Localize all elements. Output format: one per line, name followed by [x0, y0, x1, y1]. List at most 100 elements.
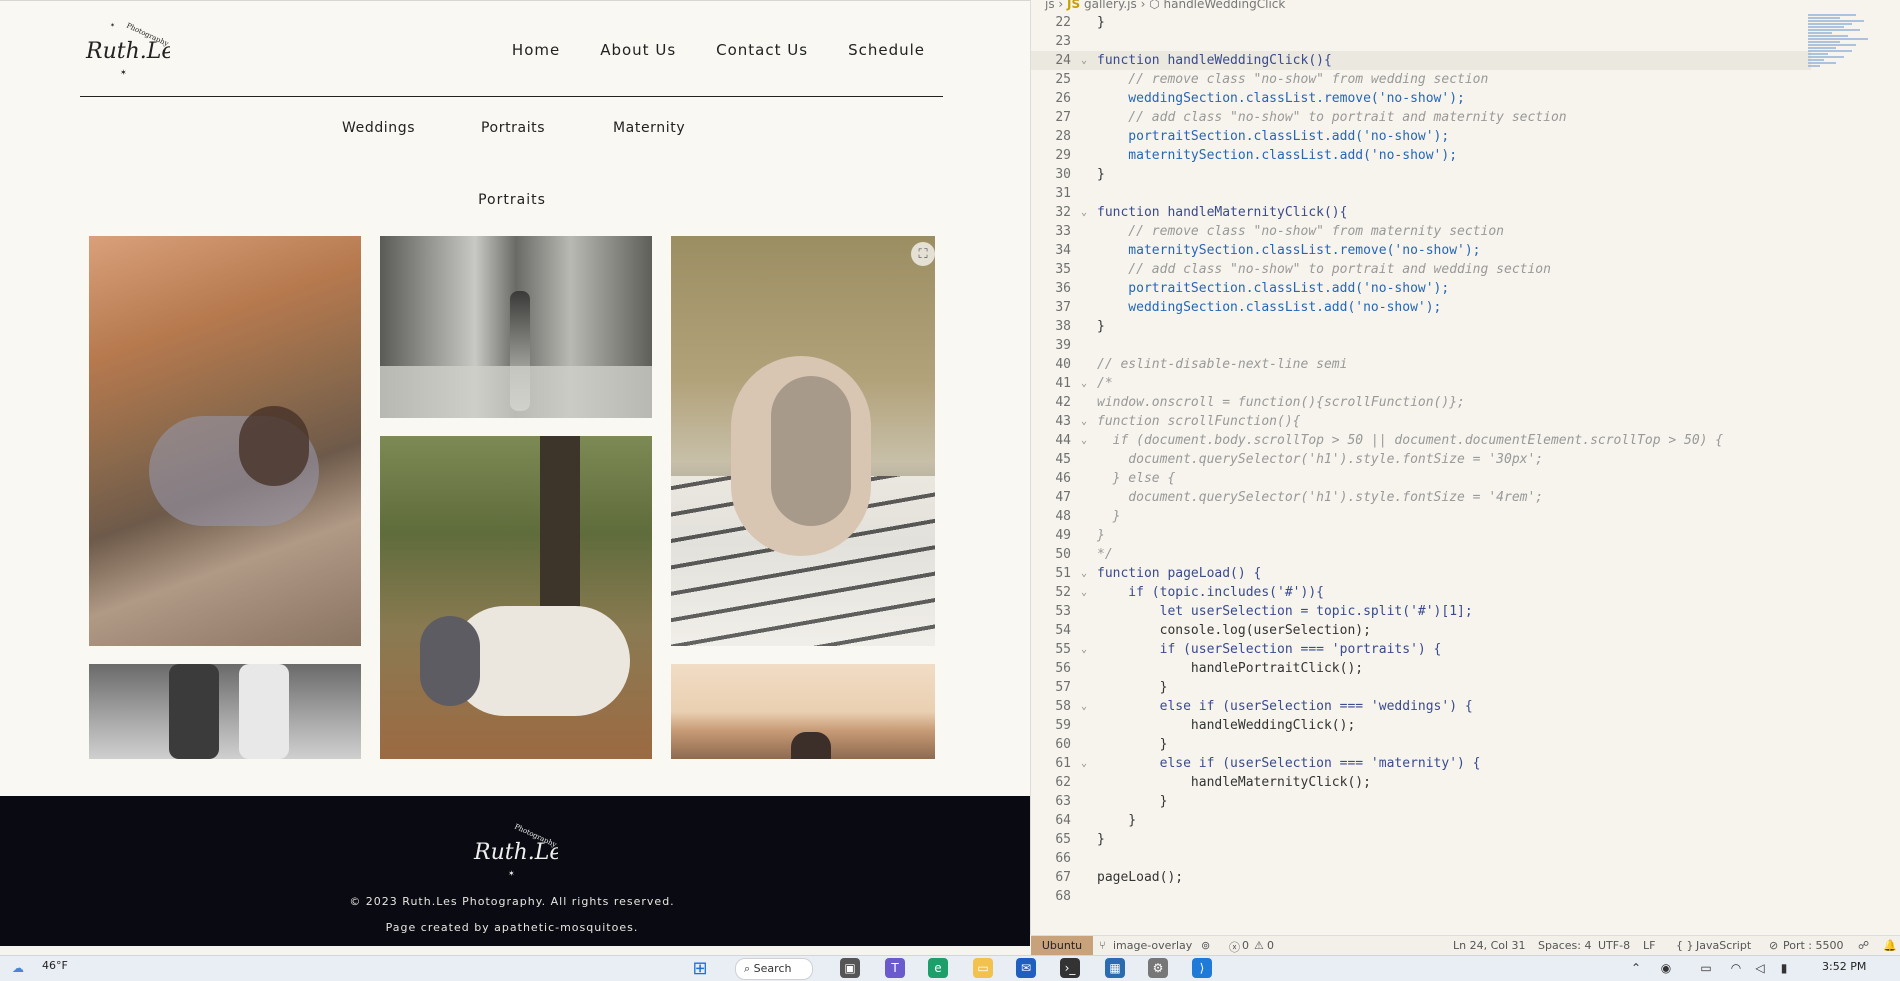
tab-weddings[interactable]: Weddings — [342, 120, 415, 136]
code-line[interactable]: 41 ⌄ /* — [1031, 374, 1811, 393]
weather-temp[interactable]: 46°F — [42, 959, 68, 972]
tab-maternity[interactable]: Maternity — [613, 120, 685, 136]
gallery-photo[interactable] — [380, 436, 652, 759]
code-line[interactable]: 67 pageLoad(); — [1031, 868, 1811, 887]
edge-icon[interactable]: e — [928, 958, 948, 978]
terminal-icon[interactable]: ›_ — [1060, 958, 1080, 978]
fold-chevron-icon[interactable]: ⌄ — [1081, 754, 1087, 773]
code-line[interactable]: 63 } — [1031, 792, 1811, 811]
code-line[interactable]: 47 document.querySelector('h1').style.fo… — [1031, 488, 1811, 507]
code-line[interactable]: 49} — [1031, 526, 1811, 545]
teams-icon[interactable]: T — [885, 958, 905, 978]
code-line[interactable]: 64 } — [1031, 811, 1811, 830]
fold-chevron-icon[interactable]: ⌄ — [1081, 640, 1087, 659]
indentation[interactable]: Spaces: 4 — [1538, 939, 1591, 952]
code-line[interactable]: 45 document.querySelector('h1').style.fo… — [1031, 450, 1811, 469]
sync-icon[interactable]: ⊚ — [1201, 939, 1210, 952]
code-line[interactable]: 54 console.log(userSelection); — [1031, 621, 1811, 640]
code-line[interactable]: 31 — [1031, 184, 1811, 203]
code-line[interactable]: 61 ⌄ else if (userSelection === 'maternit… — [1031, 754, 1811, 773]
code-line[interactable]: 58 ⌄ else if (userSelection === 'weddings… — [1031, 697, 1811, 716]
gallery-photo[interactable] — [671, 664, 935, 759]
code-line[interactable]: 65} — [1031, 830, 1811, 849]
code-line[interactable]: 24 ⌄ function handleWeddingClick(){ — [1031, 51, 1811, 70]
warnings-count[interactable]: 0 — [1267, 939, 1274, 952]
code-line[interactable]: 40 // eslint-disable-next-line semi — [1031, 355, 1811, 374]
code-line[interactable]: 22} — [1031, 13, 1811, 32]
fold-chevron-icon[interactable]: ⌄ — [1081, 583, 1087, 602]
task-view-icon[interactable]: ▣ — [840, 958, 860, 978]
app-tray-icon[interactable]: ◉ — [1656, 958, 1676, 978]
breadcrumb-symbol[interactable]: handleWeddingClick — [1164, 0, 1286, 11]
cursor-position[interactable]: Ln 24, Col 31 — [1453, 939, 1526, 952]
code-line[interactable]: 38} — [1031, 317, 1811, 336]
expand-icon[interactable]: ⛶ — [911, 242, 935, 266]
gallery-photo[interactable] — [89, 236, 361, 646]
fold-chevron-icon[interactable]: ⌄ — [1081, 697, 1087, 716]
gallery-photo[interactable] — [89, 664, 361, 759]
code-line[interactable]: 32 ⌄ function handleMaternityClick(){ — [1031, 203, 1811, 222]
fold-chevron-icon[interactable]: ⌄ — [1081, 203, 1087, 222]
breadcrumb-file[interactable]: gallery.js — [1084, 0, 1137, 11]
code-line[interactable]: 27 // add class "no-show" to portrait an… — [1031, 108, 1811, 127]
breadcrumb-folder[interactable]: js — [1045, 0, 1055, 11]
nav-schedule[interactable]: Schedule — [848, 41, 925, 59]
fold-chevron-icon[interactable]: ⌄ — [1081, 431, 1087, 450]
windows-start-icon[interactable]: ⊞ — [690, 958, 710, 979]
vscode-icon[interactable]: ⟩ — [1192, 958, 1212, 978]
minimap[interactable] — [1808, 13, 1888, 153]
file-explorer-icon[interactable]: ▭ — [973, 958, 993, 978]
code-line[interactable]: 37 weddingSection.classList.add('no-show… — [1031, 298, 1811, 317]
code-line[interactable]: 55 ⌄ if (userSelection === 'portraits') { — [1031, 640, 1811, 659]
code-area[interactable]: 22} 23 24 ⌄ function handleWeddingClick(){25… — [1031, 13, 1811, 906]
nav-home[interactable]: Home — [512, 41, 560, 59]
code-line[interactable]: 66 — [1031, 849, 1811, 868]
code-line[interactable]: 34 maternitySection.classList.remove('no… — [1031, 241, 1811, 260]
code-line[interactable]: 28 portraitSection.classList.add('no-sho… — [1031, 127, 1811, 146]
code-line[interactable]: 43 ⌄ function scrollFunction(){ — [1031, 412, 1811, 431]
code-line[interactable]: 50 */ — [1031, 545, 1811, 564]
code-line[interactable]: 36 portraitSection.classList.add('no-sho… — [1031, 279, 1811, 298]
volume-icon[interactable]: ◁ — [1750, 958, 1770, 978]
code-line[interactable]: 23 — [1031, 32, 1811, 51]
chevron-up-icon[interactable]: ⌃ — [1626, 958, 1646, 978]
code-line[interactable]: 29 maternitySection.classList.add('no-sh… — [1031, 146, 1811, 165]
code-line[interactable]: 42 window.onscroll = function(){scrollFun… — [1031, 393, 1811, 412]
outlook-icon[interactable]: ✉ — [1016, 958, 1036, 978]
display-icon[interactable]: ▭ — [1696, 958, 1716, 978]
weather-icon[interactable]: ☁ — [8, 958, 28, 978]
fold-chevron-icon[interactable]: ⌄ — [1081, 412, 1087, 431]
live-server-port[interactable]: Port : 5500 — [1783, 939, 1844, 952]
problems-count[interactable]: 0 — [1242, 939, 1249, 952]
clock-time[interactable]: 3:52 PM — [1822, 960, 1866, 973]
calendar-icon[interactable]: ▦ — [1105, 958, 1125, 978]
language-mode[interactable]: JavaScript — [1696, 939, 1751, 952]
footer-logo[interactable]: Photography Ruth.Les ✶ — [468, 814, 558, 884]
remote-indicator[interactable]: Ubuntu — [1031, 936, 1093, 956]
nav-contact[interactable]: Contact Us — [716, 41, 808, 59]
code-line[interactable]: 57 } — [1031, 678, 1811, 697]
settings-icon[interactable]: ⚙ — [1148, 958, 1168, 978]
branch-name[interactable]: image-overlay — [1113, 939, 1192, 952]
taskbar-search[interactable]: ⌕ Search — [735, 958, 813, 980]
code-line[interactable]: 30} — [1031, 165, 1811, 184]
gallery-photo[interactable] — [380, 236, 652, 418]
code-line[interactable]: 48 } — [1031, 507, 1811, 526]
fold-chevron-icon[interactable]: ⌄ — [1081, 374, 1087, 393]
code-line[interactable]: 68 — [1031, 887, 1811, 906]
line-ending[interactable]: LF — [1643, 939, 1655, 952]
code-line[interactable]: 25 // remove class "no-show" from weddin… — [1031, 70, 1811, 89]
code-line[interactable]: 39 — [1031, 336, 1811, 355]
code-line[interactable]: 51 ⌄ function pageLoad() { — [1031, 564, 1811, 583]
encoding[interactable]: UTF-8 — [1598, 939, 1630, 952]
code-line[interactable]: 52 ⌄ if (topic.includes('#')){ — [1031, 583, 1811, 602]
battery-icon[interactable]: ▮ — [1774, 958, 1794, 978]
fold-chevron-icon[interactable]: ⌄ — [1081, 51, 1087, 70]
code-line[interactable]: 62 handleMaternityClick(); — [1031, 773, 1811, 792]
code-line[interactable]: 59 handleWeddingClick(); — [1031, 716, 1811, 735]
site-logo[interactable]: Photography Ruth.Les ✶ ✶ — [80, 13, 170, 83]
code-line[interactable]: 35 // add class "no-show" to portrait an… — [1031, 260, 1811, 279]
code-line[interactable]: 46 } else { — [1031, 469, 1811, 488]
fold-chevron-icon[interactable]: ⌄ — [1081, 564, 1087, 583]
tab-portraits[interactable]: Portraits — [481, 120, 545, 136]
